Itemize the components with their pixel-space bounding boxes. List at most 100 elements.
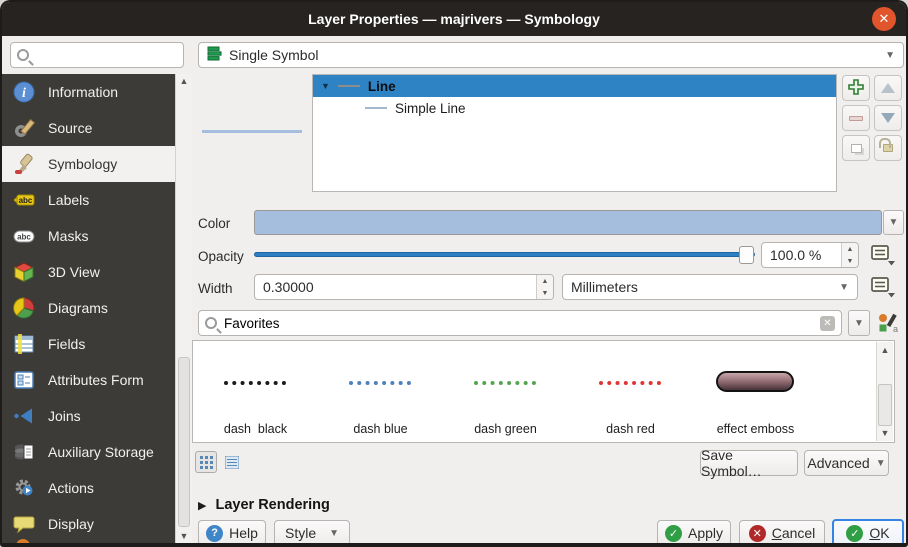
move-up-button[interactable] bbox=[874, 75, 902, 101]
join-icon bbox=[12, 404, 36, 428]
width-data-defined-override-button[interactable] bbox=[868, 275, 898, 299]
search-icon bbox=[205, 317, 217, 329]
svg-text:a: a bbox=[893, 324, 898, 334]
layer-rendering-section-header[interactable]: ▶ Layer Rendering bbox=[198, 497, 330, 513]
info-icon: i bbox=[12, 80, 36, 104]
symbol-item-dash-black[interactable]: dash black bbox=[193, 341, 318, 442]
opacity-value: 100.0 % bbox=[762, 247, 841, 263]
expand-arrow-icon[interactable]: ▼ bbox=[321, 81, 330, 91]
check-icon: ✓ bbox=[665, 525, 682, 542]
opacity-slider-track[interactable] bbox=[254, 252, 755, 257]
sidebar-item-display[interactable]: Display bbox=[2, 506, 192, 542]
sidebar-item-3d-view[interactable]: 3D View bbox=[2, 254, 192, 290]
color-label: Color bbox=[198, 216, 230, 231]
apply-button[interactable]: ✓ Apply bbox=[657, 520, 731, 546]
close-icon[interactable]: ✕ bbox=[872, 7, 896, 31]
title-bar[interactable]: Layer Properties — majrivers — Symbology… bbox=[2, 2, 906, 36]
sidebar-item-joins[interactable]: Joins bbox=[2, 398, 192, 434]
tree-row-line[interactable]: ▼ Line bbox=[313, 75, 836, 97]
sidebar: i Information Source Symbology abc Label… bbox=[2, 74, 192, 543]
sidebar-item-auxiliary-storage[interactable]: Auxiliary Storage bbox=[2, 434, 192, 470]
spin-arrows[interactable]: ▲▼ bbox=[841, 243, 858, 267]
add-symbol-layer-button[interactable] bbox=[842, 75, 870, 101]
filter-dropdown-button[interactable]: ▼ bbox=[848, 310, 870, 336]
symbol-item-effect-emboss[interactable]: effect emboss bbox=[693, 341, 818, 442]
sidebar-item-labels[interactable]: abc Labels bbox=[2, 182, 192, 218]
help-icon: ? bbox=[206, 525, 223, 542]
width-value: 0.30000 bbox=[255, 279, 536, 295]
opacity-spinbox[interactable]: 100.0 % ▲▼ bbox=[761, 242, 859, 268]
symbol-list-scrollbar-thumb[interactable] bbox=[878, 384, 892, 426]
cancel-button[interactable]: ✕ Cancel bbox=[739, 520, 825, 546]
sidebar-item-attributes-form[interactable]: Attributes Form bbox=[2, 362, 192, 398]
sidebar-item-symbology[interactable]: Symbology bbox=[2, 146, 192, 182]
sidebar-item-source[interactable]: Source bbox=[2, 110, 192, 146]
symbol-item-dash-red[interactable]: dash red bbox=[568, 341, 693, 442]
sidebar-search-input[interactable] bbox=[35, 48, 177, 63]
spin-down-icon[interactable]: ▼ bbox=[842, 255, 858, 267]
sidebar-item-diagrams[interactable]: Diagrams bbox=[2, 290, 192, 326]
expand-right-icon: ▶ bbox=[198, 499, 206, 512]
color-dropdown-button[interactable]: ▼ bbox=[883, 210, 904, 235]
scroll-down-icon[interactable]: ▼ bbox=[877, 426, 893, 440]
spin-down-icon[interactable]: ▼ bbox=[537, 287, 553, 299]
renderer-combobox[interactable]: Single Symbol ▼ bbox=[198, 42, 904, 68]
scroll-up-icon[interactable]: ▲ bbox=[176, 74, 192, 88]
sidebar-item-information[interactable]: i Information bbox=[2, 74, 192, 110]
dash-black-preview bbox=[224, 381, 286, 385]
sidebar-scrollbar-thumb[interactable] bbox=[178, 357, 190, 527]
style-manager-icon[interactable]: a bbox=[877, 312, 899, 337]
icon-view-toggle-button[interactable] bbox=[195, 451, 217, 473]
symbol-layer-tree: ▼ Line Simple Line bbox=[312, 74, 837, 192]
sidebar-item-actions[interactable]: Actions bbox=[2, 470, 192, 506]
lock-color-button[interactable] bbox=[874, 135, 902, 161]
plus-icon bbox=[848, 79, 864, 98]
sidebar-item-masks[interactable]: abc Masks bbox=[2, 218, 192, 254]
ok-button[interactable]: ✓ OK bbox=[832, 519, 904, 547]
help-button[interactable]: ? Help bbox=[198, 520, 266, 546]
chevron-down-icon: ▼ bbox=[839, 282, 849, 293]
scroll-up-icon[interactable]: ▲ bbox=[877, 343, 893, 357]
sidebar-item-fields[interactable]: Fields bbox=[2, 326, 192, 362]
emboss-preview bbox=[716, 371, 794, 392]
width-unit-value: Millimeters bbox=[571, 279, 638, 295]
duplicate-symbol-layer-button[interactable] bbox=[842, 135, 870, 161]
svg-text:abc: abc bbox=[17, 233, 31, 242]
tree-row-simple-line[interactable]: Simple Line bbox=[313, 97, 836, 119]
color-button[interactable] bbox=[254, 210, 882, 235]
dash-green-preview bbox=[474, 381, 536, 385]
move-down-button[interactable] bbox=[874, 105, 902, 131]
sidebar-search[interactable] bbox=[10, 42, 184, 68]
simple-line-symbol-icon bbox=[365, 107, 387, 109]
dash-blue-preview bbox=[349, 381, 411, 385]
check-icon: ✓ bbox=[846, 525, 863, 542]
list-view-toggle-button[interactable] bbox=[221, 451, 243, 473]
lock-open-icon bbox=[883, 144, 893, 152]
symbol-filter-input[interactable] bbox=[224, 316, 813, 331]
spin-up-icon[interactable]: ▲ bbox=[537, 275, 553, 287]
line-symbol-icon bbox=[338, 85, 360, 87]
renderer-value: Single Symbol bbox=[229, 47, 319, 63]
save-symbol-button[interactable]: Save Symbol… bbox=[700, 450, 798, 476]
width-unit-combobox[interactable]: Millimeters ▼ bbox=[562, 274, 858, 300]
clear-filter-icon[interactable]: ✕ bbox=[820, 316, 835, 331]
sidebar-scrollbar[interactable]: ▲ ▼ bbox=[175, 74, 192, 543]
symbol-filter-box[interactable]: ✕ bbox=[198, 310, 842, 336]
symbol-list-panel: dash black dash blue dash green dash red… bbox=[192, 340, 895, 443]
advanced-button[interactable]: Advanced ▼ bbox=[804, 450, 889, 476]
duplicate-icon bbox=[851, 144, 862, 153]
speech-bubble-icon bbox=[12, 512, 36, 536]
spin-up-icon[interactable]: ▲ bbox=[842, 243, 858, 255]
remove-symbol-layer-button[interactable] bbox=[842, 105, 870, 131]
scroll-down-icon[interactable]: ▼ bbox=[176, 529, 192, 543]
symbol-item-dash-blue[interactable]: dash blue bbox=[318, 341, 443, 442]
symbol-item-dash-green[interactable]: dash green bbox=[443, 341, 568, 442]
spin-arrows[interactable]: ▲▼ bbox=[536, 275, 553, 299]
symbol-preview-line bbox=[202, 130, 302, 133]
symbol-list-scrollbar[interactable]: ▲ ▼ bbox=[876, 342, 893, 441]
form-icon bbox=[12, 368, 36, 392]
opacity-data-defined-override-button[interactable] bbox=[868, 243, 898, 267]
opacity-slider-handle[interactable] bbox=[739, 246, 754, 264]
width-spinbox[interactable]: 0.30000 ▲▼ bbox=[254, 274, 554, 300]
style-button[interactable]: Style ▼ bbox=[274, 520, 350, 546]
